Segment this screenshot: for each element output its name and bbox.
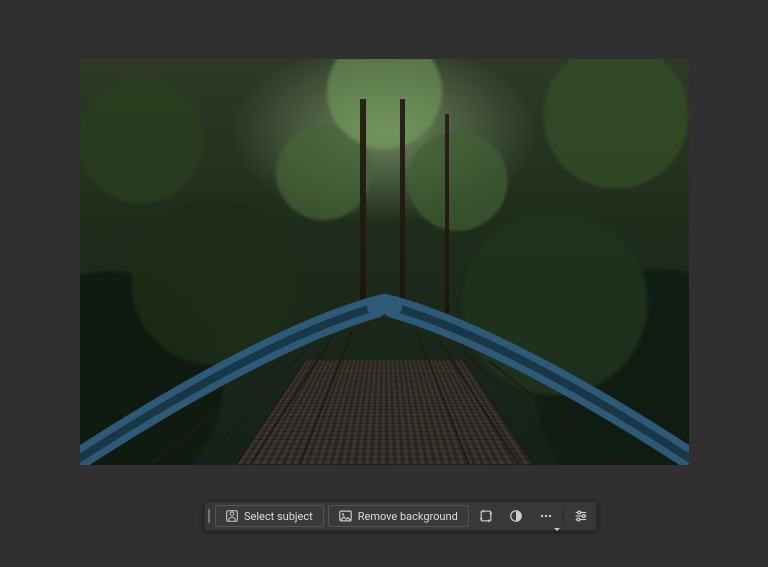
crop-transform-button[interactable] <box>471 502 501 530</box>
more-options-icon <box>539 509 553 523</box>
mask-button[interactable] <box>501 502 531 530</box>
crop-transform-icon <box>479 509 493 523</box>
remove-background-button[interactable]: Remove background <box>328 505 469 527</box>
contextual-task-bar: Select subject Remove background <box>204 501 597 531</box>
flyout-caret-icon <box>554 528 560 531</box>
person-icon <box>226 510 238 522</box>
image-icon <box>339 510 352 522</box>
properties-button[interactable] <box>566 502 596 530</box>
separator <box>563 506 564 526</box>
editor-workspace: Select subject Remove background <box>0 0 768 567</box>
select-subject-button[interactable]: Select subject <box>215 505 324 527</box>
more-options-button[interactable] <box>531 502 561 530</box>
mask-circle-icon <box>509 509 523 523</box>
canvas[interactable] <box>80 59 689 465</box>
properties-sliders-icon <box>574 509 588 523</box>
remove-background-label: Remove background <box>358 511 458 522</box>
drag-handle[interactable] <box>205 502 213 530</box>
select-subject-label: Select subject <box>244 511 313 522</box>
image-content <box>80 59 689 465</box>
